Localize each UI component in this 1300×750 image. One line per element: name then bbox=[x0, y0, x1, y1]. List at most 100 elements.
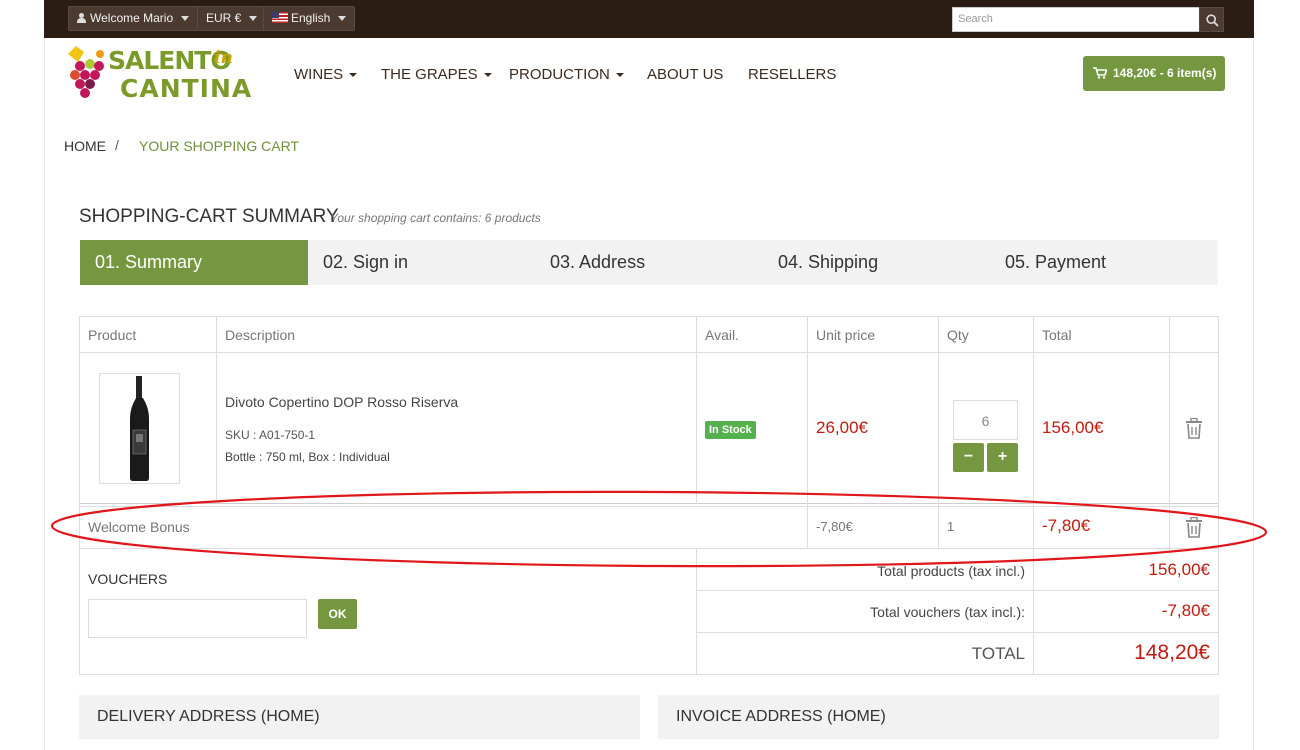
logo-text-cantina: CANTINA bbox=[120, 74, 253, 103]
account-dropdown[interactable]: Welcome Mario bbox=[68, 6, 199, 31]
checkout-steps: 01. Summary 02. Sign in 03. Address 04. … bbox=[80, 240, 1218, 285]
logo-text-salento: SALENTO bbox=[108, 46, 232, 75]
column-header-unit-price: Unit price bbox=[816, 327, 876, 343]
currency-dropdown[interactable]: EUR € bbox=[197, 6, 267, 31]
decrease-qty-button[interactable]: − bbox=[953, 443, 984, 472]
table-border bbox=[216, 316, 217, 504]
chevron-down-icon bbox=[349, 73, 358, 78]
voucher-ok-button[interactable]: OK bbox=[318, 599, 357, 629]
chevron-down-icon bbox=[615, 73, 624, 78]
table-border bbox=[696, 548, 697, 674]
product-name[interactable]: Divoto Copertino DOP Rosso Riserva bbox=[225, 394, 458, 410]
vouchers-heading: VOUCHERS bbox=[88, 571, 168, 587]
currency-text: EUR € bbox=[206, 11, 242, 25]
nav-the-grapes[interactable]: THE GRAPES bbox=[381, 66, 492, 83]
search-button[interactable] bbox=[1199, 7, 1224, 32]
step-summary[interactable]: 01. Summary bbox=[80, 240, 308, 285]
chevron-down-icon bbox=[338, 16, 347, 22]
chevron-down-icon bbox=[181, 16, 190, 22]
voucher-qty: 1 bbox=[947, 519, 955, 534]
chevron-down-icon bbox=[483, 73, 492, 78]
total-value: 148,20€ bbox=[1134, 641, 1210, 664]
total-vouchers-value: -7,80€ bbox=[1161, 601, 1210, 620]
nav-resellers[interactable]: RESELLERS bbox=[748, 66, 836, 83]
total-label: TOTAL bbox=[971, 644, 1025, 663]
breadcrumb-home[interactable]: HOME bbox=[64, 138, 106, 154]
column-header-total: Total bbox=[1042, 327, 1072, 343]
delivery-address-title: DELIVERY ADDRESS (HOME) bbox=[97, 708, 320, 725]
voucher-code-input[interactable] bbox=[88, 599, 307, 638]
nav-label: RESELLERS bbox=[748, 66, 837, 83]
table-border bbox=[79, 316, 1219, 317]
table-border bbox=[696, 316, 697, 504]
trash-icon[interactable] bbox=[1185, 418, 1203, 439]
nav-label: THE GRAPES bbox=[381, 66, 478, 83]
table-border bbox=[938, 316, 939, 548]
nav-production[interactable]: PRODUCTION bbox=[509, 66, 624, 83]
table-border bbox=[79, 548, 1219, 549]
step-label: 03. Address bbox=[550, 252, 646, 272]
total-products-label: Total products (tax incl.) bbox=[877, 563, 1025, 579]
language-dropdown[interactable]: English bbox=[263, 6, 356, 31]
product-attributes: Bottle : 750 ml, Box : Individual bbox=[225, 450, 390, 464]
us-flag-icon bbox=[272, 12, 288, 23]
table-border bbox=[1169, 316, 1170, 548]
shopping-cart-icon bbox=[1093, 67, 1107, 79]
table-border bbox=[696, 632, 1219, 633]
cart-button[interactable]: 148,20€ - 6 item(s) bbox=[1083, 56, 1225, 91]
search-icon bbox=[1206, 14, 1219, 27]
nav-label: PRODUCTION bbox=[509, 66, 610, 83]
unit-price: 26,00€ bbox=[816, 418, 868, 437]
table-border bbox=[1033, 316, 1034, 674]
table-border bbox=[1218, 316, 1219, 674]
user-icon bbox=[77, 13, 86, 23]
breadcrumb-current: YOUR SHOPPING CART bbox=[139, 138, 299, 154]
step-sign-in[interactable]: 02. Sign in bbox=[308, 240, 536, 285]
step-address[interactable]: 03. Address bbox=[535, 240, 763, 285]
step-label: 02. Sign in bbox=[323, 252, 409, 272]
voucher-total: -7,80€ bbox=[1042, 516, 1091, 535]
invoice-address-header: INVOICE ADDRESS (HOME) bbox=[658, 695, 1219, 739]
step-payment[interactable]: 05. Payment bbox=[990, 240, 1218, 285]
table-border bbox=[696, 590, 1219, 591]
cart-summary-text: 148,20€ - 6 item(s) bbox=[1113, 66, 1217, 80]
voucher-unit-price: -7,80€ bbox=[816, 519, 853, 534]
nav-label: ABOUT US bbox=[647, 66, 724, 83]
table-border bbox=[79, 316, 80, 674]
step-label: 05. Payment bbox=[1005, 252, 1107, 272]
step-shipping[interactable]: 04. Shipping bbox=[763, 240, 991, 285]
table-border bbox=[79, 506, 1219, 507]
logo-text-in: in bbox=[214, 48, 233, 68]
nav-wines[interactable]: WINES bbox=[294, 66, 358, 83]
nav-about-us[interactable]: ABOUT US bbox=[647, 66, 723, 83]
site-logo[interactable]: SALENTO in CANTINA bbox=[64, 44, 251, 104]
step-label: 04. Shipping bbox=[778, 252, 879, 272]
breadcrumb-separator: / bbox=[115, 137, 119, 153]
nav-label: WINES bbox=[294, 66, 344, 83]
trash-icon[interactable] bbox=[1185, 517, 1203, 538]
search-input[interactable]: Search bbox=[952, 7, 1200, 32]
welcome-text: Welcome Mario bbox=[90, 11, 174, 25]
chevron-down-icon bbox=[249, 16, 258, 22]
table-border bbox=[79, 503, 1219, 504]
column-header-product: Product bbox=[88, 327, 137, 343]
availability-badge: In Stock bbox=[705, 421, 756, 439]
product-thumbnail[interactable] bbox=[99, 373, 180, 484]
table-border bbox=[79, 674, 1219, 675]
cart-count-subtitle: Your shopping cart contains: 6 products bbox=[330, 211, 541, 225]
increase-qty-button[interactable]: + bbox=[987, 443, 1018, 472]
voucher-name: Welcome Bonus bbox=[88, 519, 190, 535]
total-products-value: 156,00€ bbox=[1148, 560, 1210, 579]
table-border bbox=[807, 316, 808, 548]
search-placeholder: Search bbox=[958, 13, 993, 25]
column-header-availability: Avail. bbox=[705, 327, 739, 343]
product-sku: SKU : A01-750-1 bbox=[225, 428, 316, 442]
line-total: 156,00€ bbox=[1042, 418, 1104, 437]
quantity-value: 6 bbox=[981, 413, 990, 429]
step-label: 01. Summary bbox=[95, 252, 203, 272]
language-text: English bbox=[291, 11, 331, 25]
table-border bbox=[79, 352, 1219, 353]
column-header-qty: Qty bbox=[947, 327, 969, 343]
quantity-input[interactable]: 6 bbox=[953, 400, 1018, 440]
delivery-address-header: DELIVERY ADDRESS (HOME) bbox=[79, 695, 640, 739]
